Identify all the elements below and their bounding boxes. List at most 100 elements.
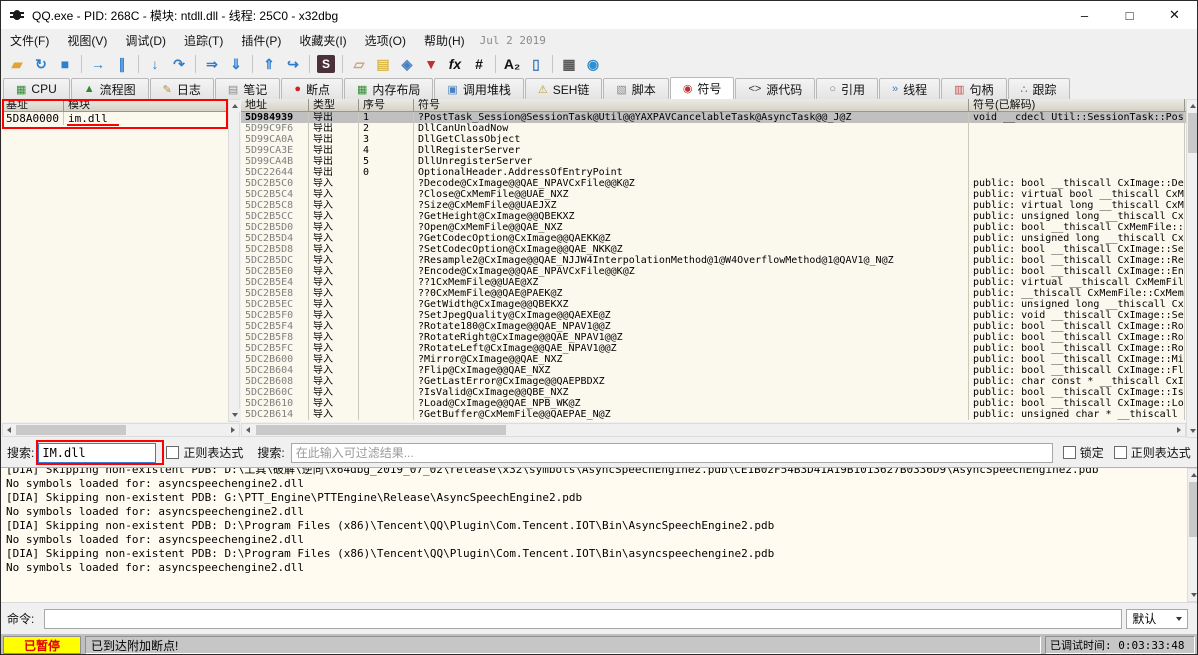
column-header[interactable]: 模块 (64, 99, 228, 111)
symbol-row[interactable]: 5D99C9F6导出2DllCanUnloadNow (241, 123, 1198, 134)
symbol-row[interactable]: 5DC2B5D8导入?SetCodecOption@CxImage@@QAE_N… (241, 244, 1198, 255)
tab-source[interactable]: <>源代码 (735, 78, 815, 99)
symbol-row[interactable]: 5D984939导出1?PostTask_Session@SessionTask… (241, 112, 1198, 123)
regex-checkbox[interactable] (166, 446, 179, 459)
tab-log[interactable]: ✎日志 (150, 78, 214, 99)
hash-icon[interactable]: # (467, 54, 491, 74)
patches-icon[interactable]: ▱ (347, 54, 371, 74)
menu-trace[interactable]: 追踪(T) (175, 29, 232, 52)
calculator-icon[interactable]: ▦ (557, 54, 581, 74)
symbols-hscrollbar[interactable] (241, 423, 1186, 437)
scroll-down-icon[interactable] (229, 409, 241, 421)
tab-references[interactable]: ○引用 (816, 78, 878, 99)
step-out-icon[interactable]: ⇓ (224, 54, 248, 74)
menu-favourites[interactable]: 收藏夹(I) (290, 29, 355, 52)
symbol-row[interactable]: 5DC2B600导入?Mirror@CxImage@@QAE_NXZpublic… (241, 354, 1198, 365)
tab-handles[interactable]: ▥句柄 (941, 78, 1006, 99)
menu-help[interactable]: 帮助(H) (415, 29, 474, 52)
tab-symbols[interactable]: ◉符号 (670, 77, 735, 99)
log-vscrollbar[interactable] (1187, 468, 1198, 602)
stop-icon[interactable]: ■ (53, 54, 77, 74)
symbol-row[interactable]: 5DC2B608导入?GetLastError@CxImage@@QAEPBDX… (241, 376, 1198, 387)
open-file-icon[interactable]: ▰ (5, 54, 29, 74)
module-search-input[interactable] (38, 443, 156, 463)
command-profile-dropdown[interactable]: 默认 (1126, 609, 1188, 629)
scroll-up-icon[interactable] (1188, 469, 1198, 481)
symbol-row[interactable]: 5D99CA0A导出3DllGetClassObject (241, 134, 1198, 145)
comments-icon[interactable]: ▤ (371, 54, 395, 74)
scroll-thumb[interactable] (16, 425, 126, 435)
menu-options[interactable]: 选项(O) (356, 29, 415, 52)
scroll-left-icon[interactable] (3, 424, 15, 436)
symbol-row[interactable]: 5DC2B5C8导入?Size@CxMemFile@@UAEJXZpublic:… (241, 200, 1198, 211)
column-header[interactable]: 类型 (309, 99, 359, 111)
tab-memory-map[interactable]: ▦内存布局 (344, 78, 433, 99)
tab-breakpoints[interactable]: ●断点 (281, 78, 343, 99)
symbol-row[interactable]: 5DC2B614导入?GetBuffer@CxMemFile@@QAEPAE_N… (241, 409, 1198, 420)
symbol-row[interactable]: 5DC2B604导入?Flip@CxImage@@QAE_NXZpublic: … (241, 365, 1198, 376)
column-header[interactable]: 序号 (359, 99, 414, 111)
run-to-user-code-icon[interactable]: ↪ (281, 54, 305, 74)
run-to-selection-icon[interactable]: ⇒ (200, 54, 224, 74)
symbol-row[interactable]: 5D99CA4B导出5DllUnregisterServer (241, 156, 1198, 167)
symbol-row[interactable]: 5DC22644导出0OptionalHeader.AddressOfEntry… (241, 167, 1198, 178)
module-row[interactable]: 5D8A0000im.dll (2, 112, 240, 125)
restart-icon[interactable]: ↻ (29, 54, 53, 74)
execute-till-return-icon[interactable]: ⇑ (257, 54, 281, 74)
symbol-row[interactable]: 5DC2B5DC导入?Resample2@CxImage@@QAE_NJJW4I… (241, 255, 1198, 266)
scroll-thumb[interactable] (1189, 482, 1198, 537)
column-header[interactable]: 地址 (241, 99, 309, 111)
scroll-down-icon[interactable] (1188, 589, 1198, 601)
tab-notes[interactable]: ▤笔记 (215, 78, 280, 99)
symbol-row[interactable]: 5DC2B5F0导入?SetJpegQuality@CxImage@@QAEXE… (241, 310, 1198, 321)
pause-icon[interactable]: ∥ (110, 54, 134, 74)
scroll-left-icon[interactable] (242, 424, 254, 436)
symbol-row[interactable]: 5DC2B610导入?Load@CxImage@@QAE_NPB_WK@Zpub… (241, 398, 1198, 409)
column-header[interactable]: 基址 (2, 99, 64, 111)
symbol-row[interactable]: 5DC2B5F8导入?RotateRight@CxImage@@QAE_NPAV… (241, 332, 1198, 343)
modules-hscrollbar[interactable] (2, 423, 240, 437)
scroll-up-icon[interactable] (1187, 100, 1198, 112)
scroll-thumb[interactable] (1188, 113, 1197, 153)
script-s-icon[interactable]: S (317, 55, 335, 73)
regex2-checkbox[interactable] (1114, 446, 1127, 459)
modules-vscrollbar[interactable] (228, 99, 240, 422)
scroll-thumb[interactable] (256, 425, 506, 435)
close-button[interactable]: ✕ (1152, 1, 1197, 29)
bookmarks-icon[interactable]: ▼ (419, 54, 443, 74)
symbol-row[interactable]: 5DC2B5C4导入?Close@CxMemFile@@UAE_NXZpubli… (241, 189, 1198, 200)
functions-icon[interactable]: fx (443, 54, 467, 74)
scroll-up-icon[interactable] (229, 100, 241, 112)
scroll-right-icon[interactable] (1173, 424, 1185, 436)
tab-trace[interactable]: ∴跟踪 (1008, 78, 1070, 99)
symbol-row[interactable]: 5DC2B60C导入?IsValid@CxImage@@QBE_NXZpubli… (241, 387, 1198, 398)
symbol-row[interactable]: 5DC2B5D0导入?Open@CxMemFile@@QAE_NXZpublic… (241, 222, 1198, 233)
menu-plugins[interactable]: 插件(P) (232, 29, 290, 52)
column-header[interactable]: 符号 (414, 99, 969, 111)
preferences-az-icon[interactable]: A₂ (500, 54, 524, 74)
symbol-row[interactable]: 5DC2B5D4导入?GetCodecOption@CxImage@@QAEKK… (241, 233, 1198, 244)
symbol-row[interactable]: 5DC2B5E4导入??1CxMemFile@@UAE@XZpublic: vi… (241, 277, 1198, 288)
tab-call-stack[interactable]: ▣调用堆栈 (434, 78, 523, 99)
tab-cpu[interactable]: ▦CPU (3, 78, 70, 99)
run-icon[interactable]: → (86, 54, 110, 74)
symbol-row[interactable]: 5DC2B5C0导入?Decode@CxImage@@QAE_NPAVCxFil… (241, 178, 1198, 189)
scroll-down-icon[interactable] (1187, 425, 1198, 437)
maximize-button[interactable]: □ (1107, 1, 1152, 29)
scroll-right-icon[interactable] (227, 424, 239, 436)
menu-file[interactable]: 文件(F) (1, 29, 58, 52)
tab-script[interactable]: ▧脚本 (603, 78, 668, 99)
symbols-vscrollbar[interactable] (1186, 99, 1198, 438)
tab-seh[interactable]: ⚠SEH链 (525, 78, 603, 99)
command-input[interactable] (44, 609, 1122, 629)
symbol-row[interactable]: 5DC2B5EC导入?GetWidth@CxImage@@QBEKXZpubli… (241, 299, 1198, 310)
symbol-search-input[interactable] (291, 443, 1053, 463)
symbol-row[interactable]: 5DC2B5CC导入?GetHeight@CxImage@@QBEKXZpubl… (241, 211, 1198, 222)
symbol-row[interactable]: 5DC2B5E8导入??0CxMemFile@@QAE@PAEK@Zpublic… (241, 288, 1198, 299)
tab-threads[interactable]: »线程 (879, 78, 940, 99)
step-over-icon[interactable]: ↷ (167, 54, 191, 74)
minimize-button[interactable]: – (1062, 1, 1107, 29)
symbol-row[interactable]: 5D99CA3E导出4DllRegisterServer (241, 145, 1198, 156)
attach-device-icon[interactable]: ▯ (524, 54, 548, 74)
column-header[interactable]: 符号(已解码) (969, 99, 1185, 111)
